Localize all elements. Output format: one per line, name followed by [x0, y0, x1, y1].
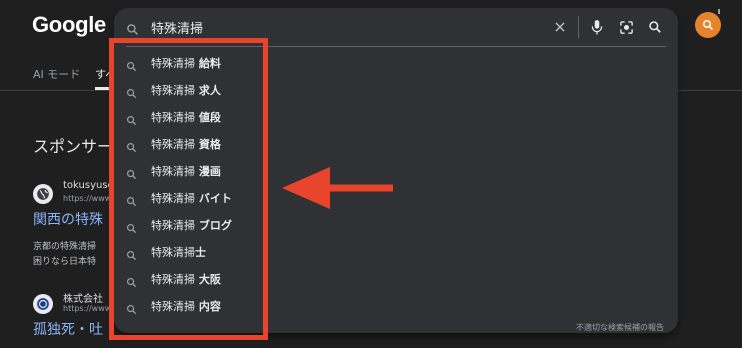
search-bar-divider: [578, 16, 579, 38]
ad-description: 京都の特殊清掃: [33, 242, 97, 252]
tab-ai-mode[interactable]: AI モード: [33, 66, 80, 82]
account-avatar-button[interactable]: [695, 12, 721, 38]
ad-site-name: 株式会社: [63, 294, 103, 305]
google-logo[interactable]: Google: [32, 12, 106, 38]
report-suggestions-link[interactable]: 不適切な検索候補の報告: [576, 322, 664, 333]
lens-icon[interactable]: [616, 17, 636, 37]
ad-description: 困りなら日本特: [33, 257, 97, 267]
globe-icon: [33, 184, 53, 204]
annotation-highlight-box: [109, 38, 268, 340]
company-logo-icon: [33, 294, 53, 314]
ad-title-link[interactable]: 孤独死・吐: [33, 319, 103, 339]
mic-icon[interactable]: [587, 17, 607, 37]
ad-url: https://www: [63, 194, 112, 203]
search-icon[interactable]: [645, 17, 665, 37]
apps-menu-icon[interactable]: [718, 9, 720, 14]
ad-title-link[interactable]: 関西の特殊: [33, 209, 103, 229]
annotation-arrow-icon: [282, 167, 393, 209]
ad-site-name: tokusyuse: [63, 180, 114, 191]
search-icon: [703, 20, 714, 31]
search-input[interactable]: 特殊清掃: [151, 18, 203, 37]
sponsored-heading: スポンサー: [33, 137, 114, 156]
close-icon[interactable]: [550, 17, 570, 37]
ad-url: https://www: [63, 304, 112, 313]
